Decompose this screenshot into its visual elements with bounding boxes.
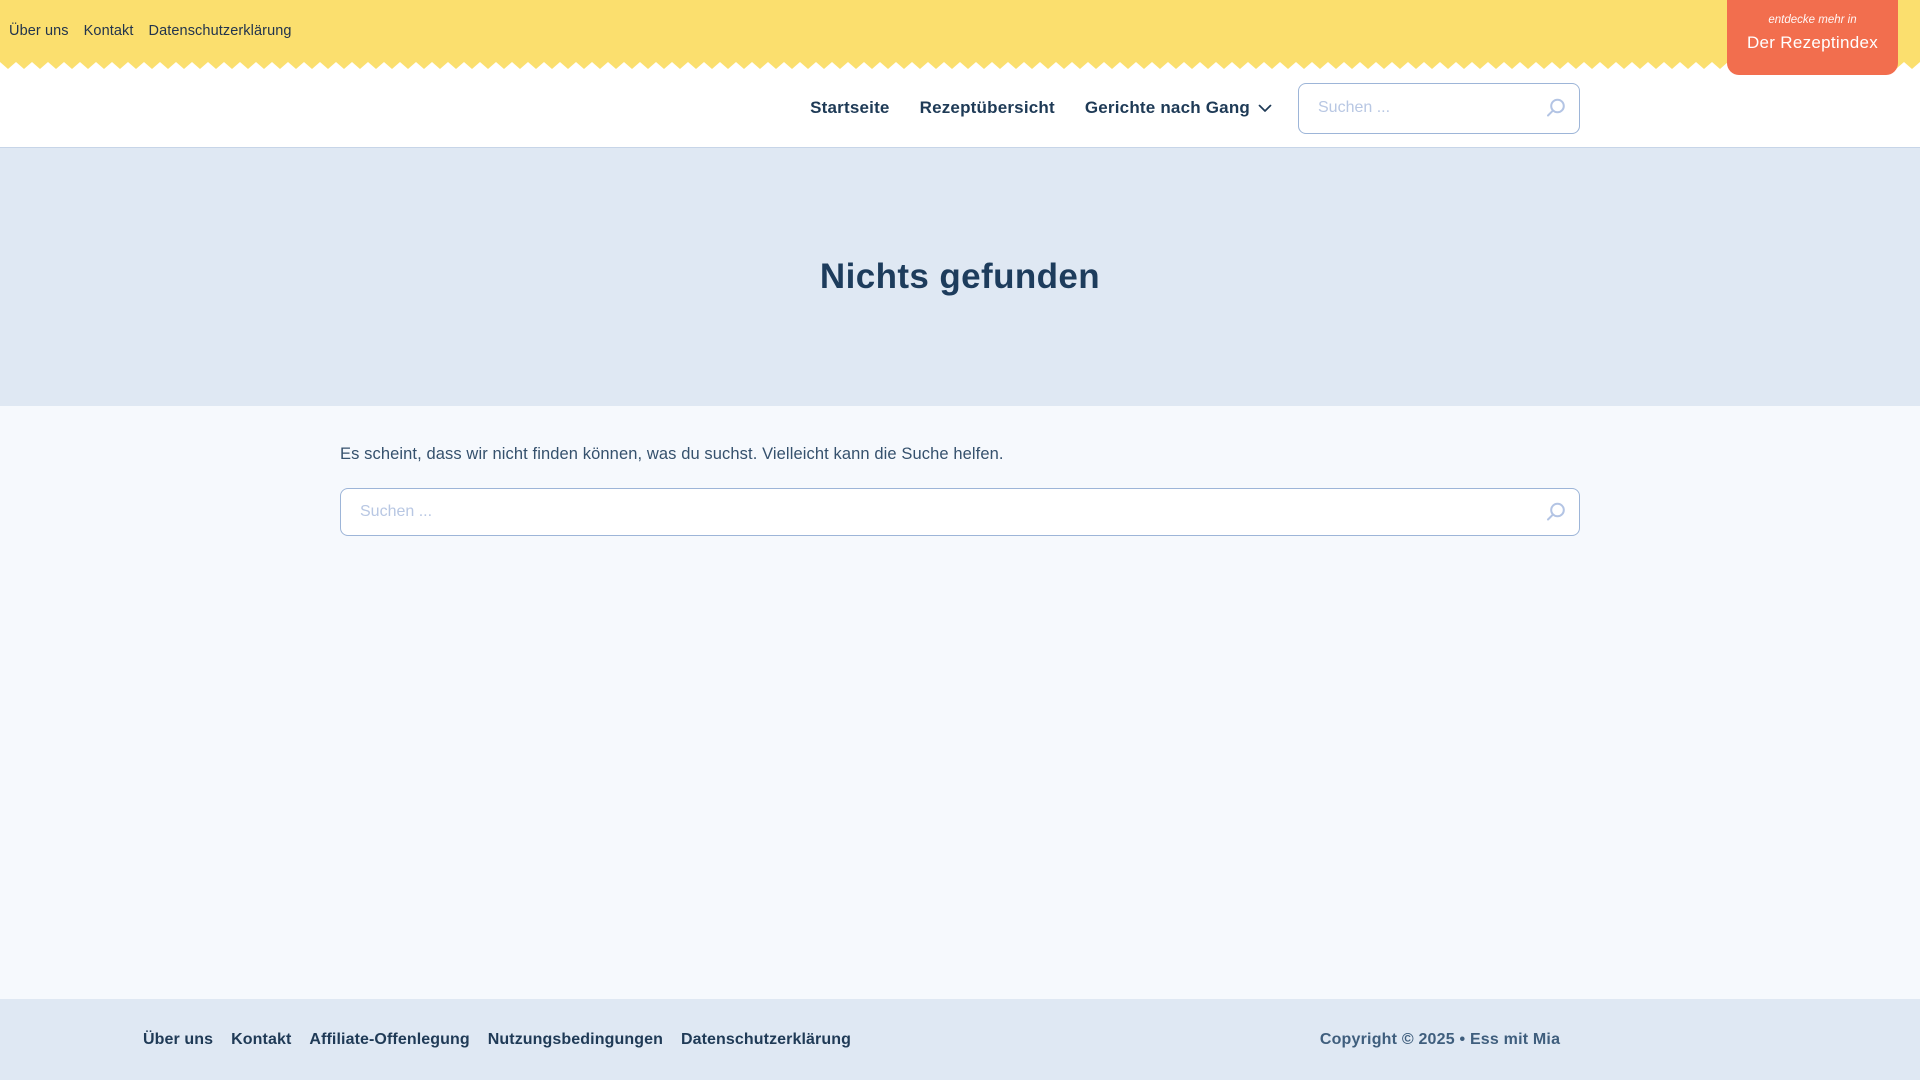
nav-link-label: Startseite <box>810 98 890 117</box>
nav-link-gerichte-nach-gang[interactable]: Gerichte nach Gang <box>1085 98 1272 118</box>
content-search-button[interactable] <box>1544 501 1567 524</box>
header-search-input[interactable] <box>1298 82 1580 134</box>
hero-section: Nichts gefunden <box>0 147 1920 406</box>
footer-link-affiliate-offenlegung[interactable]: Affiliate-Offenlegung <box>309 1031 469 1049</box>
main-nav: Startseite Rezeptübersicht Gerichte nach… <box>810 98 1272 118</box>
zigzag-edge-decoration <box>0 62 1920 69</box>
nav-link-rezeptuebersicht[interactable]: Rezeptübersicht <box>920 98 1055 118</box>
footer-link-nutzungsbedingungen[interactable]: Nutzungsbedingungen <box>488 1031 663 1049</box>
nav-link-startseite[interactable]: Startseite <box>810 98 889 118</box>
footer-link-ueber-uns[interactable]: Über uns <box>143 1031 213 1049</box>
header-search-button[interactable] <box>1544 97 1567 120</box>
page-title: Nichts gefunden <box>819 257 1101 296</box>
topbar: Über uns Kontakt Datenschutzerklärung <box>0 0 1920 62</box>
site-header: Startseite Rezeptübersicht Gerichte nach… <box>0 69 1920 147</box>
site-footer: Über uns Kontakt Affiliate-Offenlegung N… <box>0 999 1920 1080</box>
chevron-down-icon <box>1258 104 1272 113</box>
content-search-input[interactable] <box>340 488 1580 536</box>
footer-link-datenschutzerklaerung[interactable]: Datenschutzerklärung <box>681 1031 851 1049</box>
content-search-form <box>340 488 1580 536</box>
footer-link-kontakt[interactable]: Kontakt <box>231 1031 291 1049</box>
footer-nav: Über uns Kontakt Affiliate-Offenlegung N… <box>143 1031 851 1049</box>
main-content: Es scheint, dass wir nicht finden können… <box>0 406 1920 999</box>
nav-link-label: Gerichte nach Gang <box>1084 98 1250 117</box>
search-icon <box>1544 502 1567 527</box>
badge-title-text: Der Rezeptindex <box>1746 33 1879 52</box>
rezeptindex-badge[interactable]: entdecke mehr in Der Rezeptindex <box>1727 0 1898 75</box>
badge-eyebrow-text: entdecke mehr in <box>1768 14 1857 26</box>
topbar-link-kontakt[interactable]: Kontakt <box>84 23 134 39</box>
topbar-link-ueber-uns[interactable]: Über uns <box>9 23 69 39</box>
copyright-text: Copyright © 2025 • Ess mit Mia <box>1319 1030 1561 1048</box>
topbar-link-datenschutzerklaerung[interactable]: Datenschutzerklärung <box>149 23 292 39</box>
nav-link-label: Rezeptübersicht <box>919 98 1055 117</box>
search-icon <box>1544 98 1567 123</box>
not-found-message: Es scheint, dass wir nicht finden können… <box>340 445 1004 463</box>
header-search-form <box>1298 82 1580 134</box>
topbar-nav: Über uns Kontakt Datenschutzerklärung <box>9 23 292 39</box>
